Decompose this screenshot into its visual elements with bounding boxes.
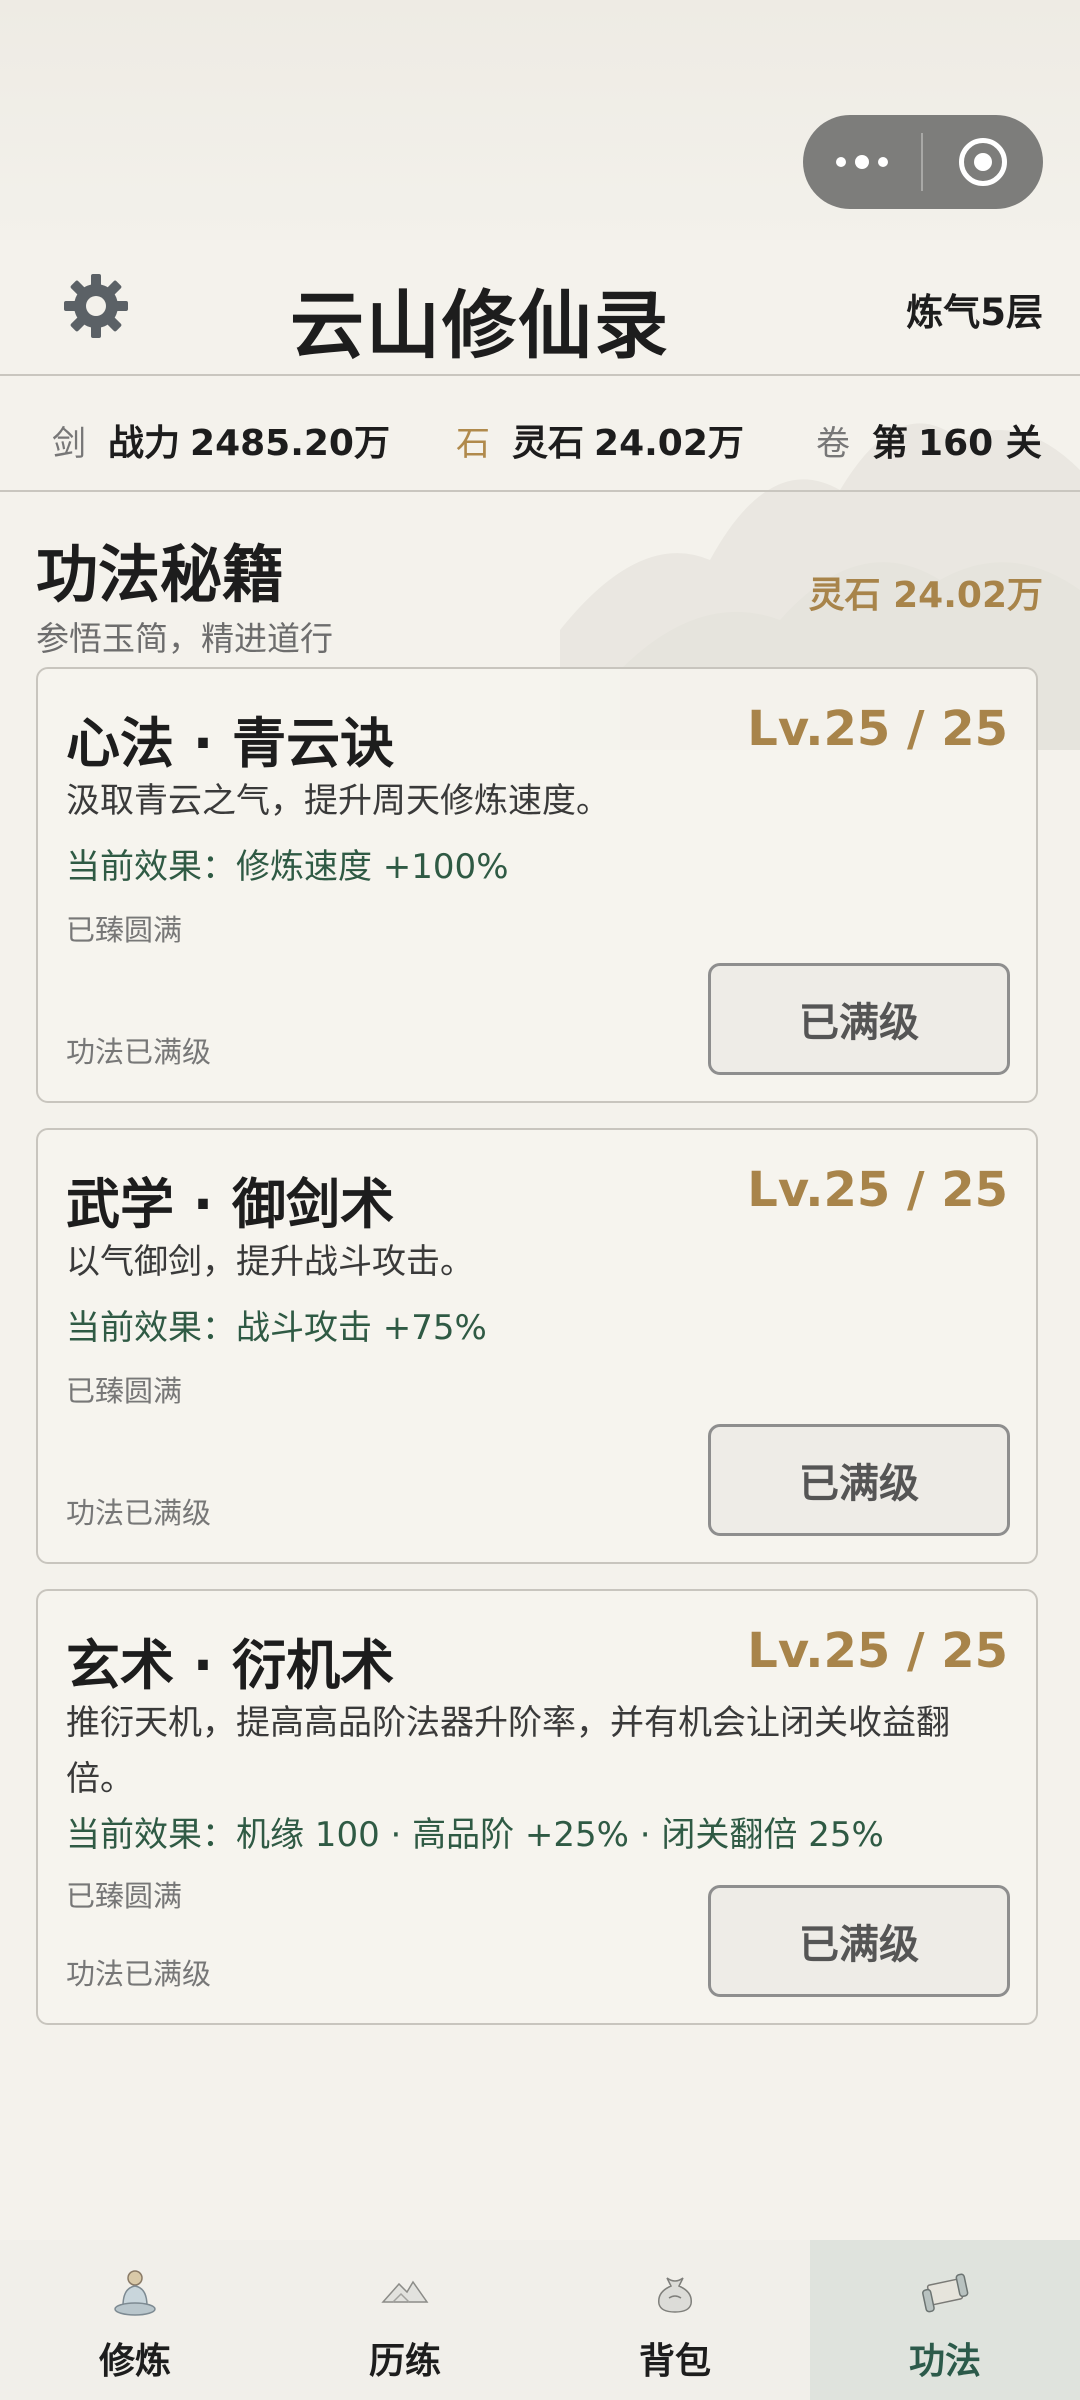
- page-subtitle: 参悟玉简，精进道行: [36, 619, 333, 658]
- target-circle-icon: [959, 138, 1007, 186]
- technique-card: 心法 · 青云诀 Lv.25 / 25 汲取青云之气，提升周天修炼速度。 当前效…: [36, 667, 1038, 1103]
- technique-effect: 当前效果：战斗攻击 +75%: [66, 1308, 487, 1348]
- technique-card: 玄术 · 衍机术 Lv.25 / 25 推衍天机，提高高品阶法器升阶率，并有机会…: [36, 1589, 1038, 2025]
- miniprogram-capsule: [803, 115, 1043, 209]
- stat-label: 灵石: [512, 423, 585, 464]
- scroll-icon: [922, 2273, 969, 2313]
- spirit-stone-balance: 灵石 24.02万: [808, 575, 1043, 616]
- tab-label: 背包: [638, 2341, 711, 2382]
- technique-description: 汲取青云之气，提升周天修炼速度。: [66, 781, 610, 821]
- technique-footnote: 功法已满级: [66, 1957, 212, 1991]
- technique-state: 已臻圆满: [66, 1879, 183, 1913]
- technique-description: 推衍天机，提高高品阶法器升阶率，并有机会让闭关收益翻倍。: [66, 1703, 950, 1799]
- technique-footnote: 功法已满级: [66, 1496, 212, 1530]
- dot-icon: [836, 157, 846, 167]
- sword-icon: 剑: [52, 424, 86, 464]
- technique-effect: 当前效果：修炼速度 +100%: [66, 847, 509, 887]
- tab-label: 功法: [908, 2341, 981, 2382]
- max-level-button[interactable]: 已满级: [708, 1424, 1010, 1536]
- stat-value: 160 关: [918, 423, 1042, 464]
- technique-state: 已臻圆满: [66, 1374, 183, 1408]
- technique-level: Lv.25 / 25: [747, 1623, 1008, 1679]
- technique-name: 武学 · 御剑术: [66, 1173, 395, 1236]
- stats-bar: 剑 战力 2485.20万 石 灵石 24.02万 卷 第 160 关: [0, 378, 1080, 492]
- tab-techniques[interactable]: 功法: [810, 2240, 1080, 2400]
- bottom-tab-bar: 修炼 历练 背包 功法: [0, 2240, 1080, 2400]
- stat-value: 24.02万: [594, 423, 744, 464]
- scroll-volume-icon: 卷: [816, 424, 850, 464]
- stat-label: 第: [872, 423, 909, 464]
- dot-icon: [855, 155, 869, 169]
- mountain-icon: [381, 2280, 429, 2303]
- stat-value: 2485.20万: [190, 423, 390, 464]
- app-title: 云山修仙录: [290, 283, 670, 369]
- technique-footnote: 功法已满级: [66, 1035, 212, 1069]
- tab-training[interactable]: 历练: [270, 2240, 540, 2400]
- technique-name: 玄术 · 衍机术: [66, 1634, 395, 1697]
- stat-label: 战力: [108, 423, 181, 464]
- page-title: 功法秘籍: [36, 538, 285, 611]
- max-level-button[interactable]: 已满级: [708, 963, 1010, 1075]
- gear-icon[interactable]: [60, 270, 132, 342]
- pouch-icon: [658, 2277, 692, 2313]
- stat-combat-power: 剑 战力 2485.20万: [52, 414, 390, 466]
- cultivation-realm: 炼气5层: [906, 291, 1043, 334]
- technique-level: Lv.25 / 25: [747, 1162, 1008, 1218]
- technique-description: 以气御剑，提升战斗攻击。: [66, 1242, 474, 1282]
- stone-icon: 石: [456, 424, 490, 464]
- more-options-button[interactable]: [803, 115, 921, 209]
- tab-label: 修炼: [98, 2341, 171, 2382]
- technique-effect: 当前效果：机缘 100 · 高品阶 +25% · 闭关翻倍 25%: [66, 1815, 884, 1855]
- tab-cultivate[interactable]: 修炼: [0, 2240, 270, 2400]
- dot-icon: [878, 157, 888, 167]
- technique-card: 武学 · 御剑术 Lv.25 / 25 以气御剑，提升战斗攻击。 当前效果：战斗…: [36, 1128, 1038, 1564]
- close-miniprogram-button[interactable]: [923, 115, 1043, 209]
- technique-state: 已臻圆满: [66, 913, 183, 947]
- max-level-button[interactable]: 已满级: [708, 1885, 1010, 1997]
- stat-spirit-stone: 石 灵石 24.02万: [456, 414, 744, 466]
- app-header: 云山修仙录 炼气5层: [0, 240, 1080, 376]
- meditating-cultivator-icon: [114, 2270, 156, 2316]
- tab-label: 历练: [368, 2341, 441, 2382]
- stat-stage: 卷 第 160 关: [816, 414, 1042, 466]
- technique-name: 心法 · 青云诀: [66, 712, 395, 775]
- technique-level: Lv.25 / 25: [747, 701, 1008, 757]
- tab-backpack[interactable]: 背包: [540, 2240, 810, 2400]
